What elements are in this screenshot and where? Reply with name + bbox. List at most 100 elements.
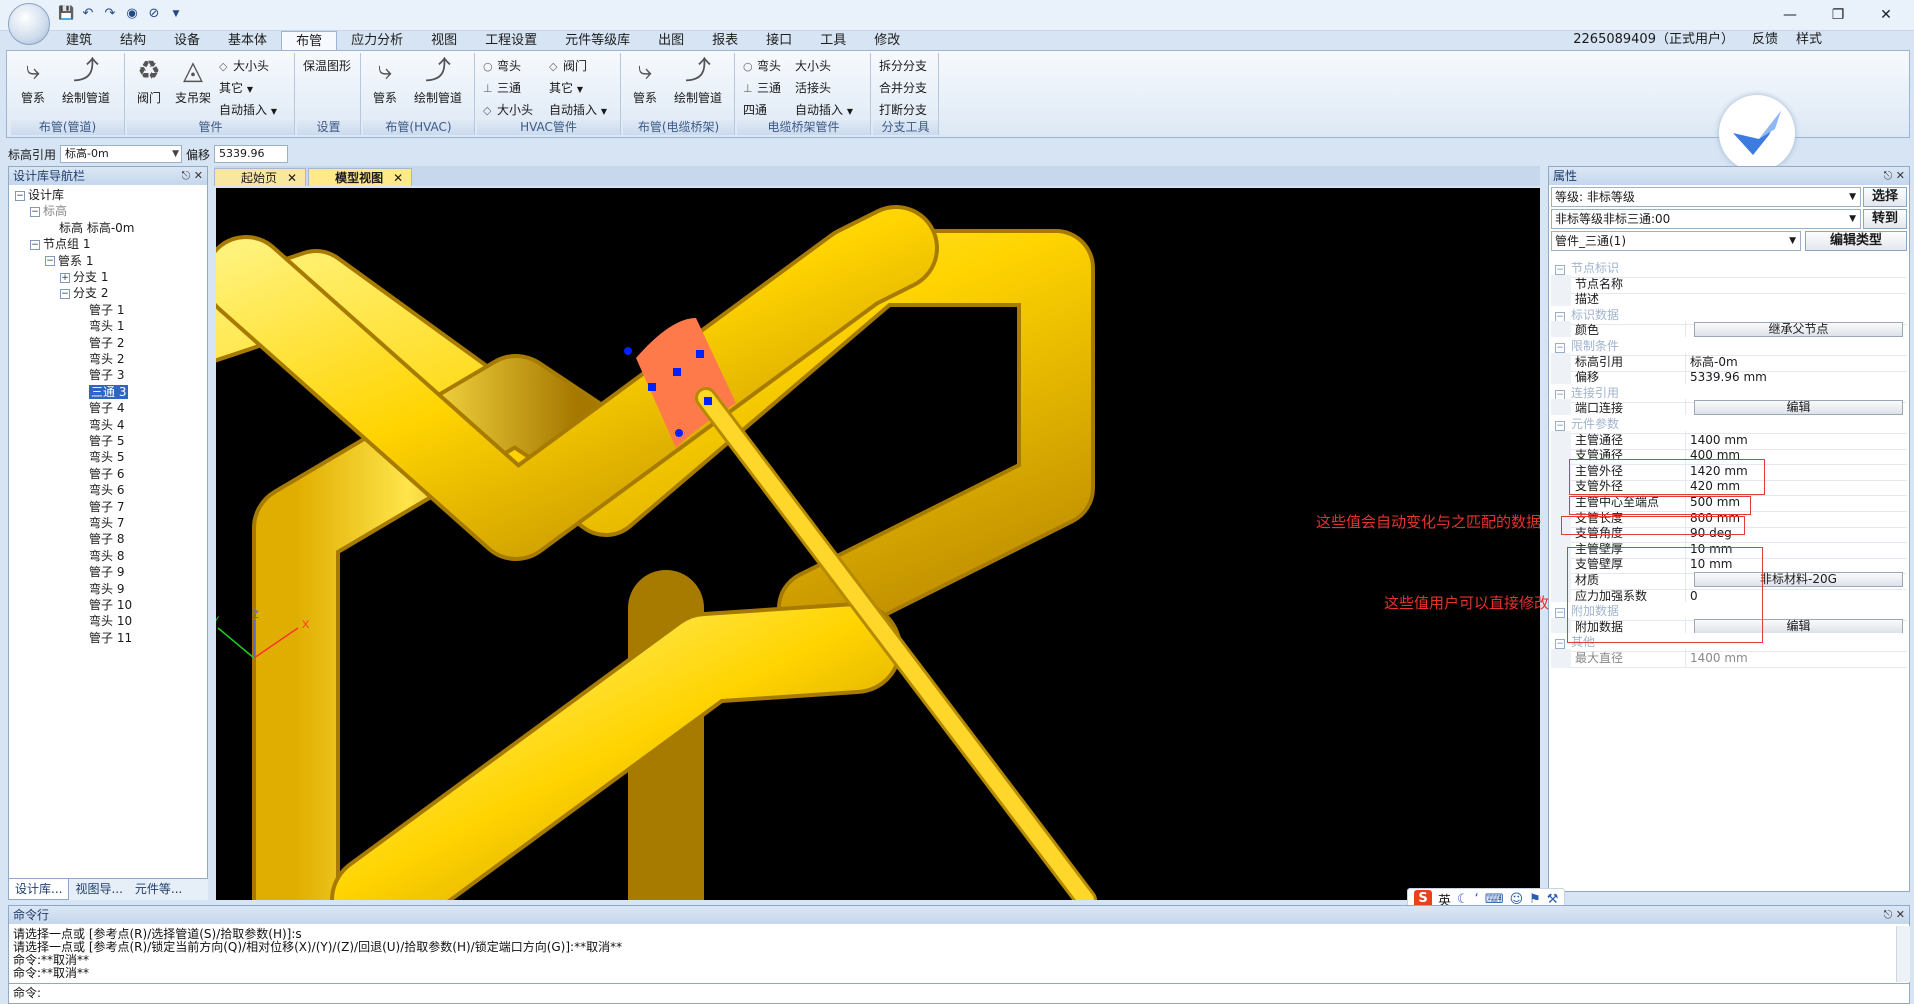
collapse-icon[interactable]: − <box>30 206 40 217</box>
close-tab-icon[interactable]: ✕ <box>393 171 403 185</box>
tree-node[interactable]: 管子 7 <box>89 499 124 515</box>
ribbon-tab[interactable]: 设备 <box>160 31 214 50</box>
hvac-pipe-system-button[interactable]: ⤷ 管系 <box>367 55 403 106</box>
document-tab[interactable]: 起始页 ✕ <box>214 168 307 186</box>
feedback-link[interactable]: 反馈 <box>1752 31 1778 49</box>
tree-node[interactable]: 管子 10 <box>89 597 132 613</box>
minimize-button[interactable]: — <box>1768 5 1812 25</box>
ribbon-tab[interactable]: 工程设置 <box>471 31 551 50</box>
other-fittings-button[interactable]: 其它 ▼ <box>219 79 253 99</box>
goto-button[interactable]: 转到 <box>1863 209 1907 229</box>
ribbon-tab[interactable]: 视图 <box>417 31 471 50</box>
valve-button[interactable]: ♻ 阀门 <box>131 55 167 106</box>
cable-auto-insert-button[interactable]: 自动插入 ▼ <box>795 101 853 121</box>
eye-off-icon[interactable]: ⊘ <box>146 6 162 22</box>
grip-point[interactable] <box>675 429 683 437</box>
tree-node[interactable]: 弯头 9 <box>89 581 124 597</box>
collapse-icon[interactable]: − <box>1555 389 1565 400</box>
tree-node[interactable]: 弯头 2 <box>89 351 124 367</box>
tree-node[interactable]: 管子 1 <box>89 302 124 318</box>
ribbon-tab[interactable]: 应力分析 <box>337 31 417 50</box>
elevation-ref-select[interactable]: 标高-0m ▼ <box>60 145 183 163</box>
cable-cross-button[interactable]: 四通 <box>743 101 767 119</box>
tree-node[interactable]: 管子 9 <box>89 564 124 580</box>
offset-input[interactable]: 5339.96 mm <box>214 145 289 176</box>
ribbon-tab[interactable]: 布管 <box>281 31 338 50</box>
tree-node[interactable]: 三通 3 <box>89 384 129 400</box>
hvac-valve-button[interactable]: ◇ 阀门 <box>549 57 587 76</box>
tree-node[interactable]: 弯头 7 <box>89 515 124 531</box>
pin-close-icon[interactable]: ⎋ ✕ <box>182 167 203 185</box>
collapse-icon[interactable]: − <box>45 256 55 267</box>
grip-point[interactable] <box>696 350 704 358</box>
select-button[interactable]: 选择 <box>1863 187 1907 207</box>
tree-node[interactable]: 弯头 4 <box>89 417 124 433</box>
subgrade-select[interactable]: 非标等级非标三通:00 ▼ <box>1551 209 1861 229</box>
tree-node[interactable]: 管子 3 <box>89 367 124 383</box>
cable-reducer-button[interactable]: 大小头 <box>795 57 831 75</box>
tree-node[interactable]: − 设计库 <box>15 187 64 203</box>
tree-node[interactable]: 弯头 10 <box>89 613 132 629</box>
auto-insert-button[interactable]: 自动插入 ▼ <box>219 101 277 121</box>
grip-point[interactable] <box>648 383 656 391</box>
property-value[interactable]: 编辑 <box>1685 399 1907 417</box>
navigator-tab[interactable]: 设计库... <box>8 879 70 900</box>
tree-node[interactable]: 管子 6 <box>89 466 124 482</box>
hvac-elbow-button[interactable]: ○ 弯头 <box>483 57 521 76</box>
cable-union-button[interactable]: 活接头 <box>795 79 831 97</box>
ribbon-tab[interactable]: 建筑 <box>52 31 106 50</box>
property-value-button[interactable]: 继承父节点 <box>1694 322 1903 338</box>
hvac-other-button[interactable]: 其它 ▼ <box>549 79 583 99</box>
tree-node[interactable]: 弯头 8 <box>89 548 124 564</box>
pipe-system-button[interactable]: ⤷ 管系 <box>15 55 51 106</box>
redo-icon[interactable]: ↷ <box>102 6 118 22</box>
collapse-icon[interactable]: − <box>1555 421 1565 431</box>
ribbon-tab[interactable]: 接口 <box>752 31 806 50</box>
hvac-draw-pipe-button[interactable]: ⤴ 绘制管道 <box>407 55 469 106</box>
edit-type-button[interactable]: 编辑类型 <box>1805 231 1907 251</box>
tree-node[interactable]: 管子 11 <box>89 630 132 646</box>
ribbon-tab[interactable]: 报表 <box>698 31 752 50</box>
qat-dropdown-icon[interactable]: ▼ <box>168 6 184 22</box>
grip-point[interactable] <box>624 347 632 355</box>
tree-node[interactable]: 弯头 1 <box>89 318 124 334</box>
tree-node[interactable]: − 节点组 1 <box>30 236 90 252</box>
collapse-icon[interactable]: − <box>60 288 70 299</box>
command-scrollbar[interactable] <box>1896 926 1910 982</box>
ribbon-tab[interactable]: 出图 <box>644 31 698 50</box>
model-viewport[interactable]: Z X Y <box>216 188 1540 900</box>
cable-pipe-system-button[interactable]: ⤷ 管系 <box>627 55 663 106</box>
navigator-tab[interactable]: 元件等... <box>129 879 188 900</box>
hvac-auto-insert-button[interactable]: 自动插入 ▼ <box>549 101 607 121</box>
collapse-icon[interactable]: − <box>30 239 40 250</box>
property-value[interactable]: 继承父节点 <box>1685 321 1907 339</box>
draw-pipe-button[interactable]: ⤴ 绘制管道 <box>55 55 117 106</box>
ribbon-tab[interactable]: 元件等级库 <box>551 31 644 50</box>
grip-point[interactable] <box>704 397 712 405</box>
collapse-icon[interactable]: − <box>1555 639 1565 650</box>
tree-node[interactable]: − 管系 1 <box>45 253 93 269</box>
reducer-button[interactable]: ◇ 大小头 <box>219 57 269 76</box>
collapse-icon[interactable]: − <box>1555 608 1565 619</box>
tree-node[interactable]: 标高 标高-0m <box>59 220 134 236</box>
tree-node[interactable]: 管子 2 <box>89 335 124 351</box>
collapse-icon[interactable]: − <box>1555 265 1565 275</box>
tree-node[interactable]: 弯头 5 <box>89 449 124 465</box>
merge-branch-button[interactable]: 合并分支 <box>879 79 927 97</box>
application-menu-button[interactable] <box>8 3 50 45</box>
expand-icon[interactable]: + <box>60 272 70 283</box>
cable-draw-pipe-button[interactable]: ⤴ 绘制管道 <box>667 55 729 106</box>
pin-close-icon[interactable]: ⎋ ✕ <box>1884 167 1905 185</box>
tree-node[interactable]: − 标高 <box>30 203 67 219</box>
style-menu[interactable]: 样式 <box>1796 31 1822 49</box>
break-branch-button[interactable]: 打断分支 <box>879 101 927 119</box>
type-select[interactable]: 管件_三通(1) ▼ <box>1551 231 1801 251</box>
save-icon[interactable]: 💾 <box>58 6 74 22</box>
ribbon-tab[interactable]: 基本体 <box>214 31 281 50</box>
tree-node[interactable]: 管子 5 <box>89 433 124 449</box>
navigator-tab[interactable]: 视图导... <box>69 879 128 900</box>
collapse-icon[interactable]: − <box>1555 343 1565 353</box>
grip-point[interactable] <box>673 368 681 376</box>
close-window-button[interactable]: ✕ <box>1864 5 1908 25</box>
collapse-icon[interactable]: − <box>15 190 25 201</box>
